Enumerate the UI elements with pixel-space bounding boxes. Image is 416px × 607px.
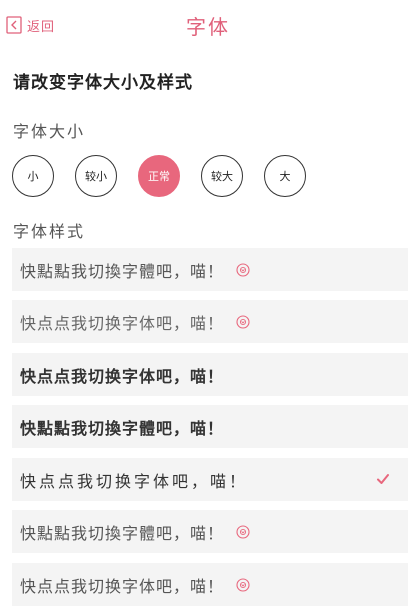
check-icon <box>376 472 390 486</box>
size-option-small[interactable]: 小 <box>12 155 54 197</box>
size-option-smaller[interactable]: 较小 <box>75 155 117 197</box>
instruction-text: 请改变字体大小及样式 <box>13 73 193 93</box>
size-option-normal[interactable]: 正常 <box>138 155 180 197</box>
download-circle-icon[interactable] <box>236 314 250 329</box>
font-style-sample: 快點點我切換字體吧，喵！ <box>20 418 225 438</box>
font-style-sample: 快點點我切換字體吧，喵！ <box>20 261 225 281</box>
font-style-sample: 快點點我切換字體吧，喵！ <box>20 523 225 543</box>
download-circle-icon[interactable] <box>236 524 250 539</box>
font-style-sample: 快点点我切换字体吧，喵！ <box>20 576 225 596</box>
font-style-item-5[interactable]: 快点点我切换字体吧，喵！ <box>12 458 408 501</box>
size-option-larger[interactable]: 较大 <box>201 155 243 197</box>
font-style-item-3[interactable]: 快点点我切换字体吧，喵！ <box>12 353 408 396</box>
font-style-sample: 快点点我切换字体吧，喵！ <box>20 471 249 491</box>
font-style-item-2[interactable]: 快点点我切换字体吧，喵！ <box>12 300 408 343</box>
font-style-item-4[interactable]: 快點點我切換字體吧，喵！ <box>12 405 408 448</box>
font-style-item-7[interactable]: 快点点我切换字体吧，喵！ <box>12 563 408 606</box>
page-title: 字体 <box>186 15 230 39</box>
font-size-options: 小 较小 正常 较大 大 <box>12 155 312 197</box>
font-style-sample: 快点点我切换字体吧，喵！ <box>20 313 225 333</box>
top-bar: 返回 字体 <box>0 0 416 50</box>
size-option-large[interactable]: 大 <box>264 155 306 197</box>
font-style-sample: 快点点我切换字体吧，喵！ <box>20 366 225 386</box>
font-style-item-1[interactable]: 快點點我切換字體吧，喵！ <box>12 248 408 291</box>
download-circle-icon[interactable] <box>236 262 250 277</box>
font-size-label: 字体大小 <box>13 122 86 141</box>
font-style-label: 字体样式 <box>13 222 86 241</box>
font-style-item-6[interactable]: 快點點我切換字體吧，喵！ <box>12 510 408 553</box>
download-circle-icon[interactable] <box>236 577 250 592</box>
